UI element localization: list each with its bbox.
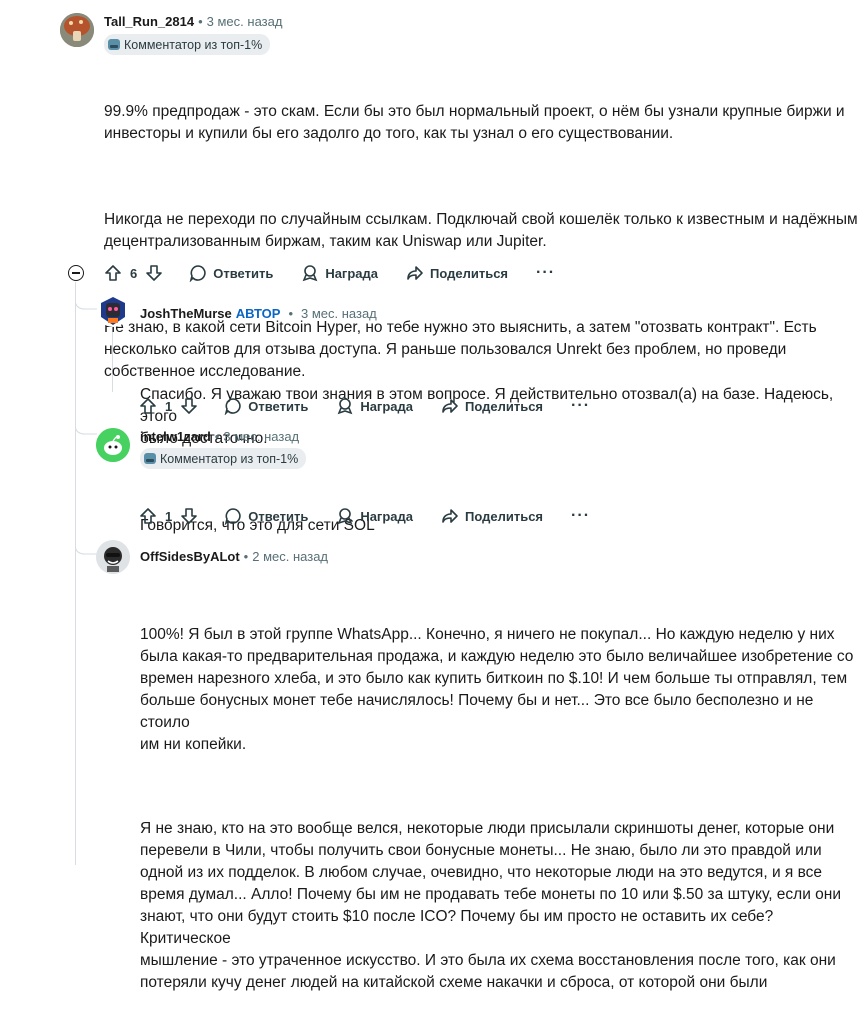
comment-actions: 1 Ответить Награда Поделиться ···: [139, 504, 590, 528]
upvote-icon[interactable]: [104, 264, 122, 282]
badge-label: Комментатор из топ-1%: [124, 37, 263, 52]
reply-label: Ответить: [248, 398, 309, 414]
avatar[interactable]: [60, 13, 94, 47]
comment-bubble-icon: [224, 508, 241, 525]
op-author-tag: АВТОР: [235, 306, 281, 321]
reply-button[interactable]: Ответить: [224, 397, 308, 415]
more-options-button[interactable]: ···: [536, 264, 555, 282]
downvote-icon[interactable]: [180, 507, 198, 525]
comment-paragraph: 99.9% предпродаж - это скам. Если бы это…: [104, 103, 845, 142]
share-button[interactable]: Поделиться: [441, 397, 543, 415]
separator-dot: •: [214, 429, 220, 444]
award-label: Награда: [325, 265, 378, 281]
thread-branch: [75, 410, 97, 435]
comment-paragraph: Я не знаю, кто на это вообще велся, неко…: [140, 820, 842, 991]
comment-bubble-icon: [224, 398, 241, 415]
avatar[interactable]: [96, 428, 130, 462]
downvote-icon[interactable]: [145, 264, 163, 282]
timestamp[interactable]: 3 мес. назад: [207, 14, 283, 29]
top-commenter-icon: [108, 39, 120, 50]
separator-dot: •: [198, 14, 203, 29]
more-options-button[interactable]: ···: [571, 397, 590, 415]
reply-label: Ответить: [213, 265, 274, 281]
share-label: Поделиться: [465, 508, 544, 524]
upvote-icon[interactable]: [139, 397, 157, 415]
share-icon: [407, 266, 423, 280]
reply-button[interactable]: Ответить: [224, 507, 308, 525]
separator-dot: •: [243, 549, 249, 564]
user-flair-badge: Комментатор из топ-1%: [104, 34, 271, 55]
timestamp[interactable]: 3 мес. назад: [223, 429, 299, 444]
comment-actions: 6 Ответить Награда Поделиться ···: [104, 261, 555, 285]
timestamp[interactable]: 2 мес. назад: [252, 549, 328, 564]
collapse-thread-button[interactable]: [68, 265, 84, 281]
vote-group: 1: [139, 507, 198, 525]
award-label: Награда: [360, 508, 413, 524]
comment-actions: 1 Ответить Награда Поделиться ···: [139, 394, 590, 418]
username[interactable]: Tall_Run_2814: [104, 14, 194, 29]
vote-group: 6: [104, 264, 163, 282]
thread-branch: [75, 285, 97, 310]
award-button[interactable]: Награда: [336, 397, 413, 415]
timestamp[interactable]: 3 мес. назад: [301, 306, 377, 321]
avatar[interactable]: [97, 295, 129, 327]
more-options-button[interactable]: ···: [571, 507, 590, 525]
username[interactable]: intelw1zard: [140, 429, 211, 444]
separator-dot: •: [288, 306, 293, 321]
comment-paragraph: 100%! Я был в этой группе WhatsApp... Ко…: [140, 626, 854, 753]
share-label: Поделиться: [430, 265, 509, 281]
share-icon: [442, 399, 458, 413]
upvote-icon[interactable]: [139, 507, 157, 525]
award-button[interactable]: Награда: [301, 264, 378, 282]
comment-paragraph: Никогда не переходи по случайным ссылкам…: [104, 211, 858, 250]
award-icon: [302, 265, 318, 282]
badge-label: Комментатор из топ-1%: [160, 451, 299, 466]
thread-line[interactable]: [75, 282, 76, 865]
vote-count: 1: [165, 398, 173, 414]
downvote-icon[interactable]: [180, 397, 198, 415]
share-button[interactable]: Поделиться: [406, 264, 508, 282]
user-flair-badge: Комментатор из топ-1%: [140, 448, 307, 469]
comment-bubble-icon: [189, 265, 206, 282]
username[interactable]: OffSidesByALot: [140, 549, 240, 564]
award-label: Награда: [360, 398, 413, 414]
reply-button[interactable]: Ответить: [189, 264, 273, 282]
vote-count: 1: [165, 508, 173, 524]
share-button[interactable]: Поделиться: [441, 507, 543, 525]
comment-body: 100%! Я был в этой группе WhatsApp... Ко…: [140, 580, 865, 1016]
award-icon: [337, 398, 353, 415]
vote-group: 1: [139, 397, 198, 415]
username[interactable]: JoshTheMurse: [140, 306, 232, 321]
award-button[interactable]: Награда: [336, 507, 413, 525]
vote-count: 6: [130, 265, 138, 281]
share-icon: [442, 509, 458, 523]
avatar[interactable]: [96, 540, 130, 574]
reply-label: Ответить: [248, 508, 309, 524]
top-commenter-icon: [144, 453, 156, 464]
award-icon: [337, 508, 353, 525]
share-label: Поделиться: [465, 398, 544, 414]
